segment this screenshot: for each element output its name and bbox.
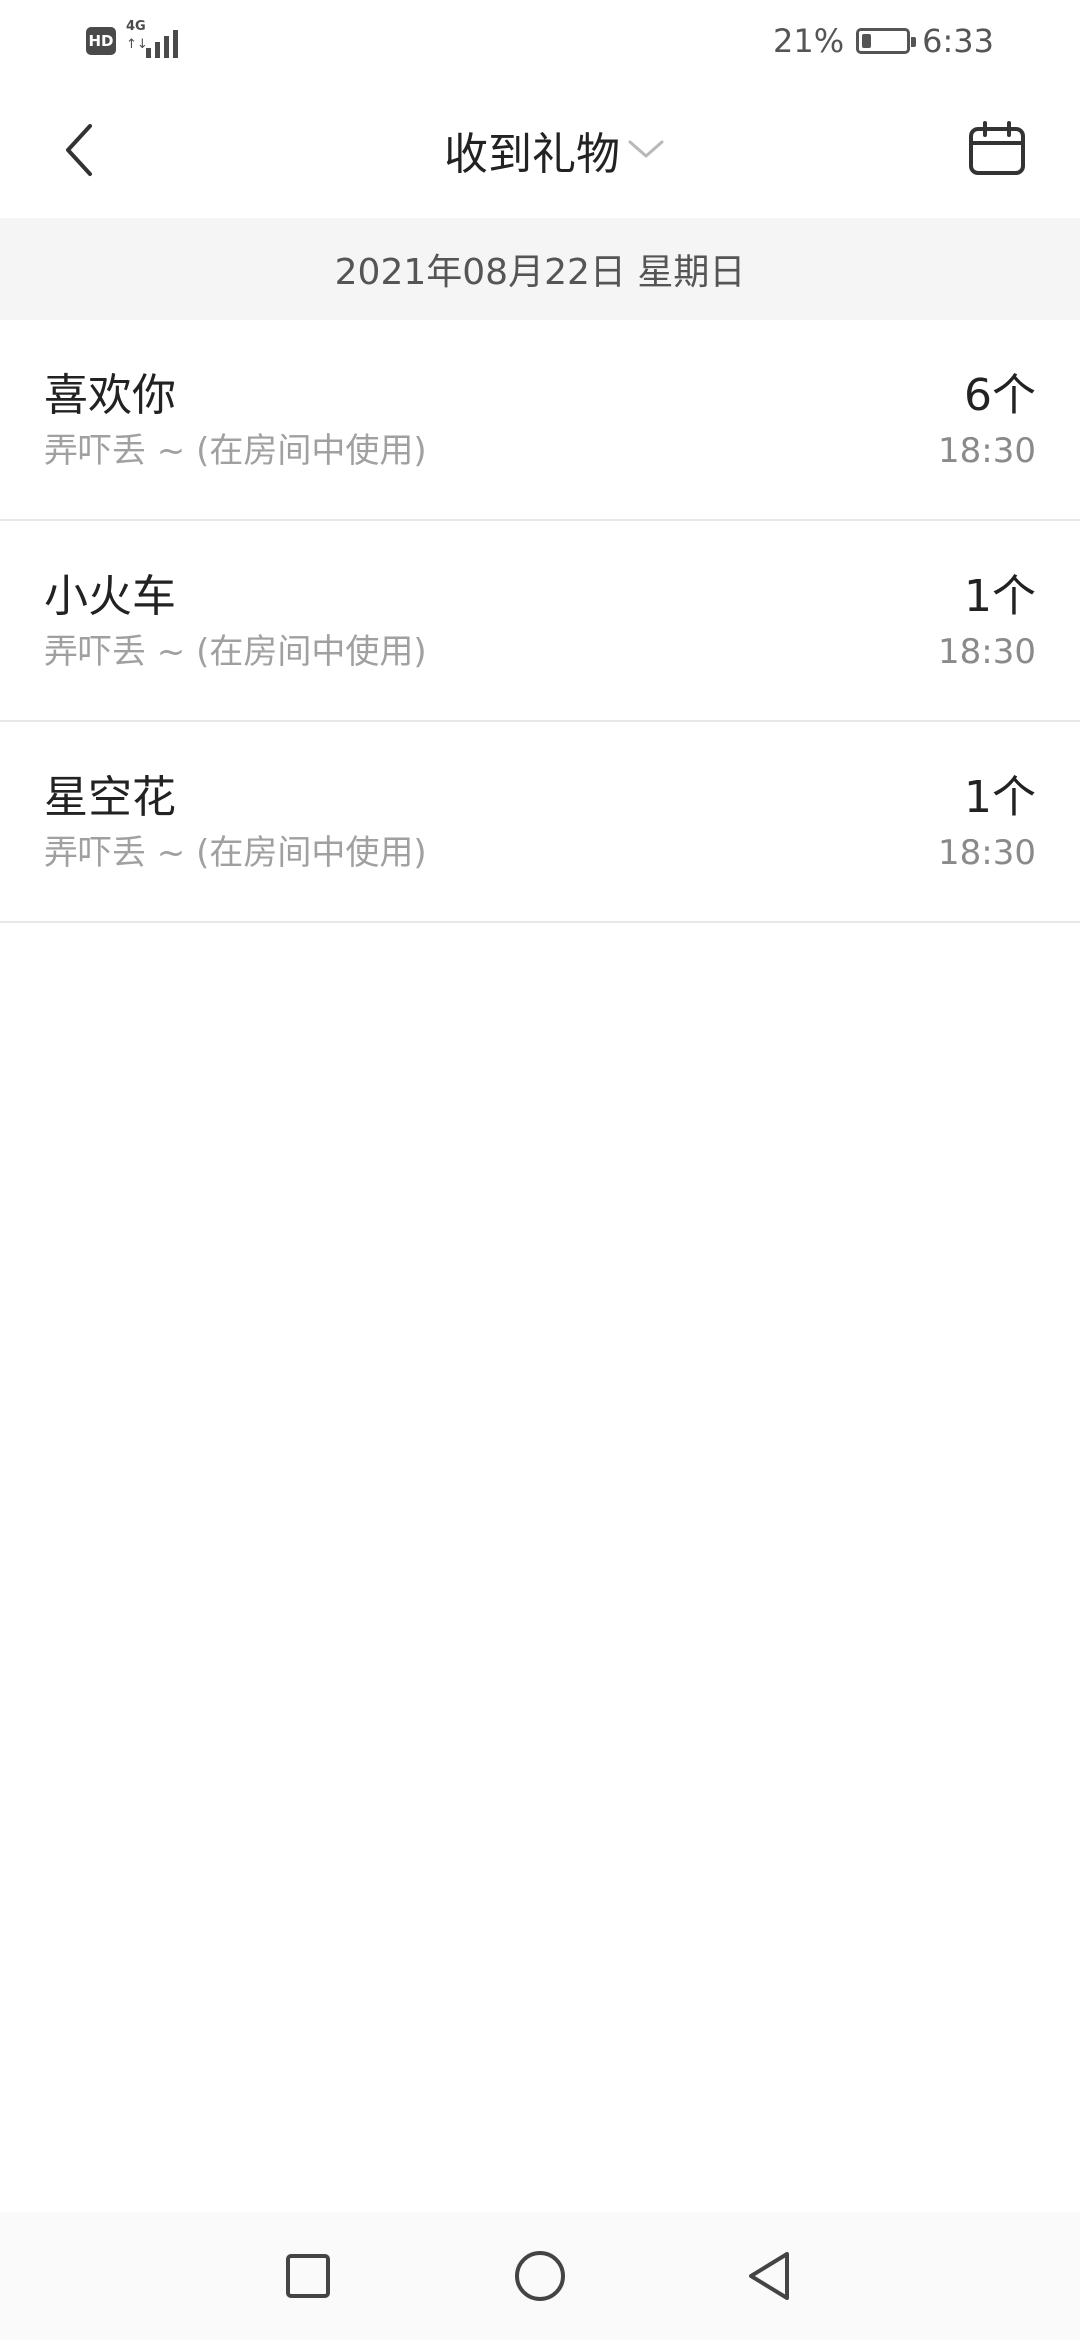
battery-fill (862, 34, 872, 48)
gift-description: 弄吓丢 ~ (在房间中使用) (44, 632, 427, 672)
gift-description: 弄吓丢 ~ (在房间中使用) (44, 431, 427, 471)
system-back-button[interactable] (730, 2236, 810, 2316)
recents-button[interactable] (268, 2236, 348, 2316)
hd-badge: HD (86, 27, 116, 55)
calendar-button[interactable] (954, 106, 1040, 192)
battery-icon (856, 28, 917, 54)
gift-list: 喜欢你 弄吓丢 ~ (在房间中使用) 6个 18:30 小火车 弄吓丢 ~ (在… (0, 320, 1080, 923)
gift-name: 喜欢你 (44, 370, 176, 421)
signal-icon (146, 30, 178, 58)
title-dropdown[interactable]: 收到礼物 (0, 110, 1080, 190)
clock: 6:33 (922, 22, 994, 60)
status-left: HD 4G ↑↓ (86, 19, 182, 60)
gift-time: 18:30 (938, 431, 1036, 471)
status-bar: HD 4G ↑↓ 21% 6:33 (0, 0, 1080, 82)
data-arrows-icon: ↑↓ (126, 37, 148, 52)
page-title: 收到礼物 (444, 129, 620, 180)
list-item[interactable]: 星空花 弄吓丢 ~ (在房间中使用) 1个 18:30 (0, 722, 1080, 923)
chevron-down-icon (628, 140, 664, 158)
list-item[interactable]: 小火车 弄吓丢 ~ (在房间中使用) 1个 18:30 (0, 521, 1080, 722)
battery-cap (911, 37, 917, 47)
gift-time: 18:30 (938, 833, 1036, 873)
system-nav-bar (0, 2212, 1080, 2340)
gift-count: 6个 (964, 370, 1036, 421)
gift-name: 星空花 (44, 772, 176, 823)
gift-time: 18:30 (938, 632, 1036, 672)
triangle-back-icon (749, 2252, 789, 2300)
nav-bar: 收到礼物 (0, 82, 1080, 218)
network-type-label: 4G (126, 19, 146, 34)
list-item[interactable]: 喜欢你 弄吓丢 ~ (在房间中使用) 6个 18:30 (0, 320, 1080, 521)
calendar-icon (969, 121, 1025, 175)
status-right: 21% 6:33 (773, 18, 994, 64)
circle-icon (515, 2251, 565, 2301)
date-header: 2021年08月22日 星期日 (0, 218, 1080, 320)
home-button[interactable] (500, 2236, 580, 2316)
battery-percent: 21% (773, 22, 845, 60)
gift-description: 弄吓丢 ~ (在房间中使用) (44, 833, 427, 873)
gift-name: 小火车 (44, 571, 176, 622)
gift-count: 1个 (964, 571, 1036, 622)
gift-count: 1个 (964, 772, 1036, 823)
network-indicator: 4G ↑↓ (126, 19, 182, 60)
square-icon (286, 2254, 330, 2298)
